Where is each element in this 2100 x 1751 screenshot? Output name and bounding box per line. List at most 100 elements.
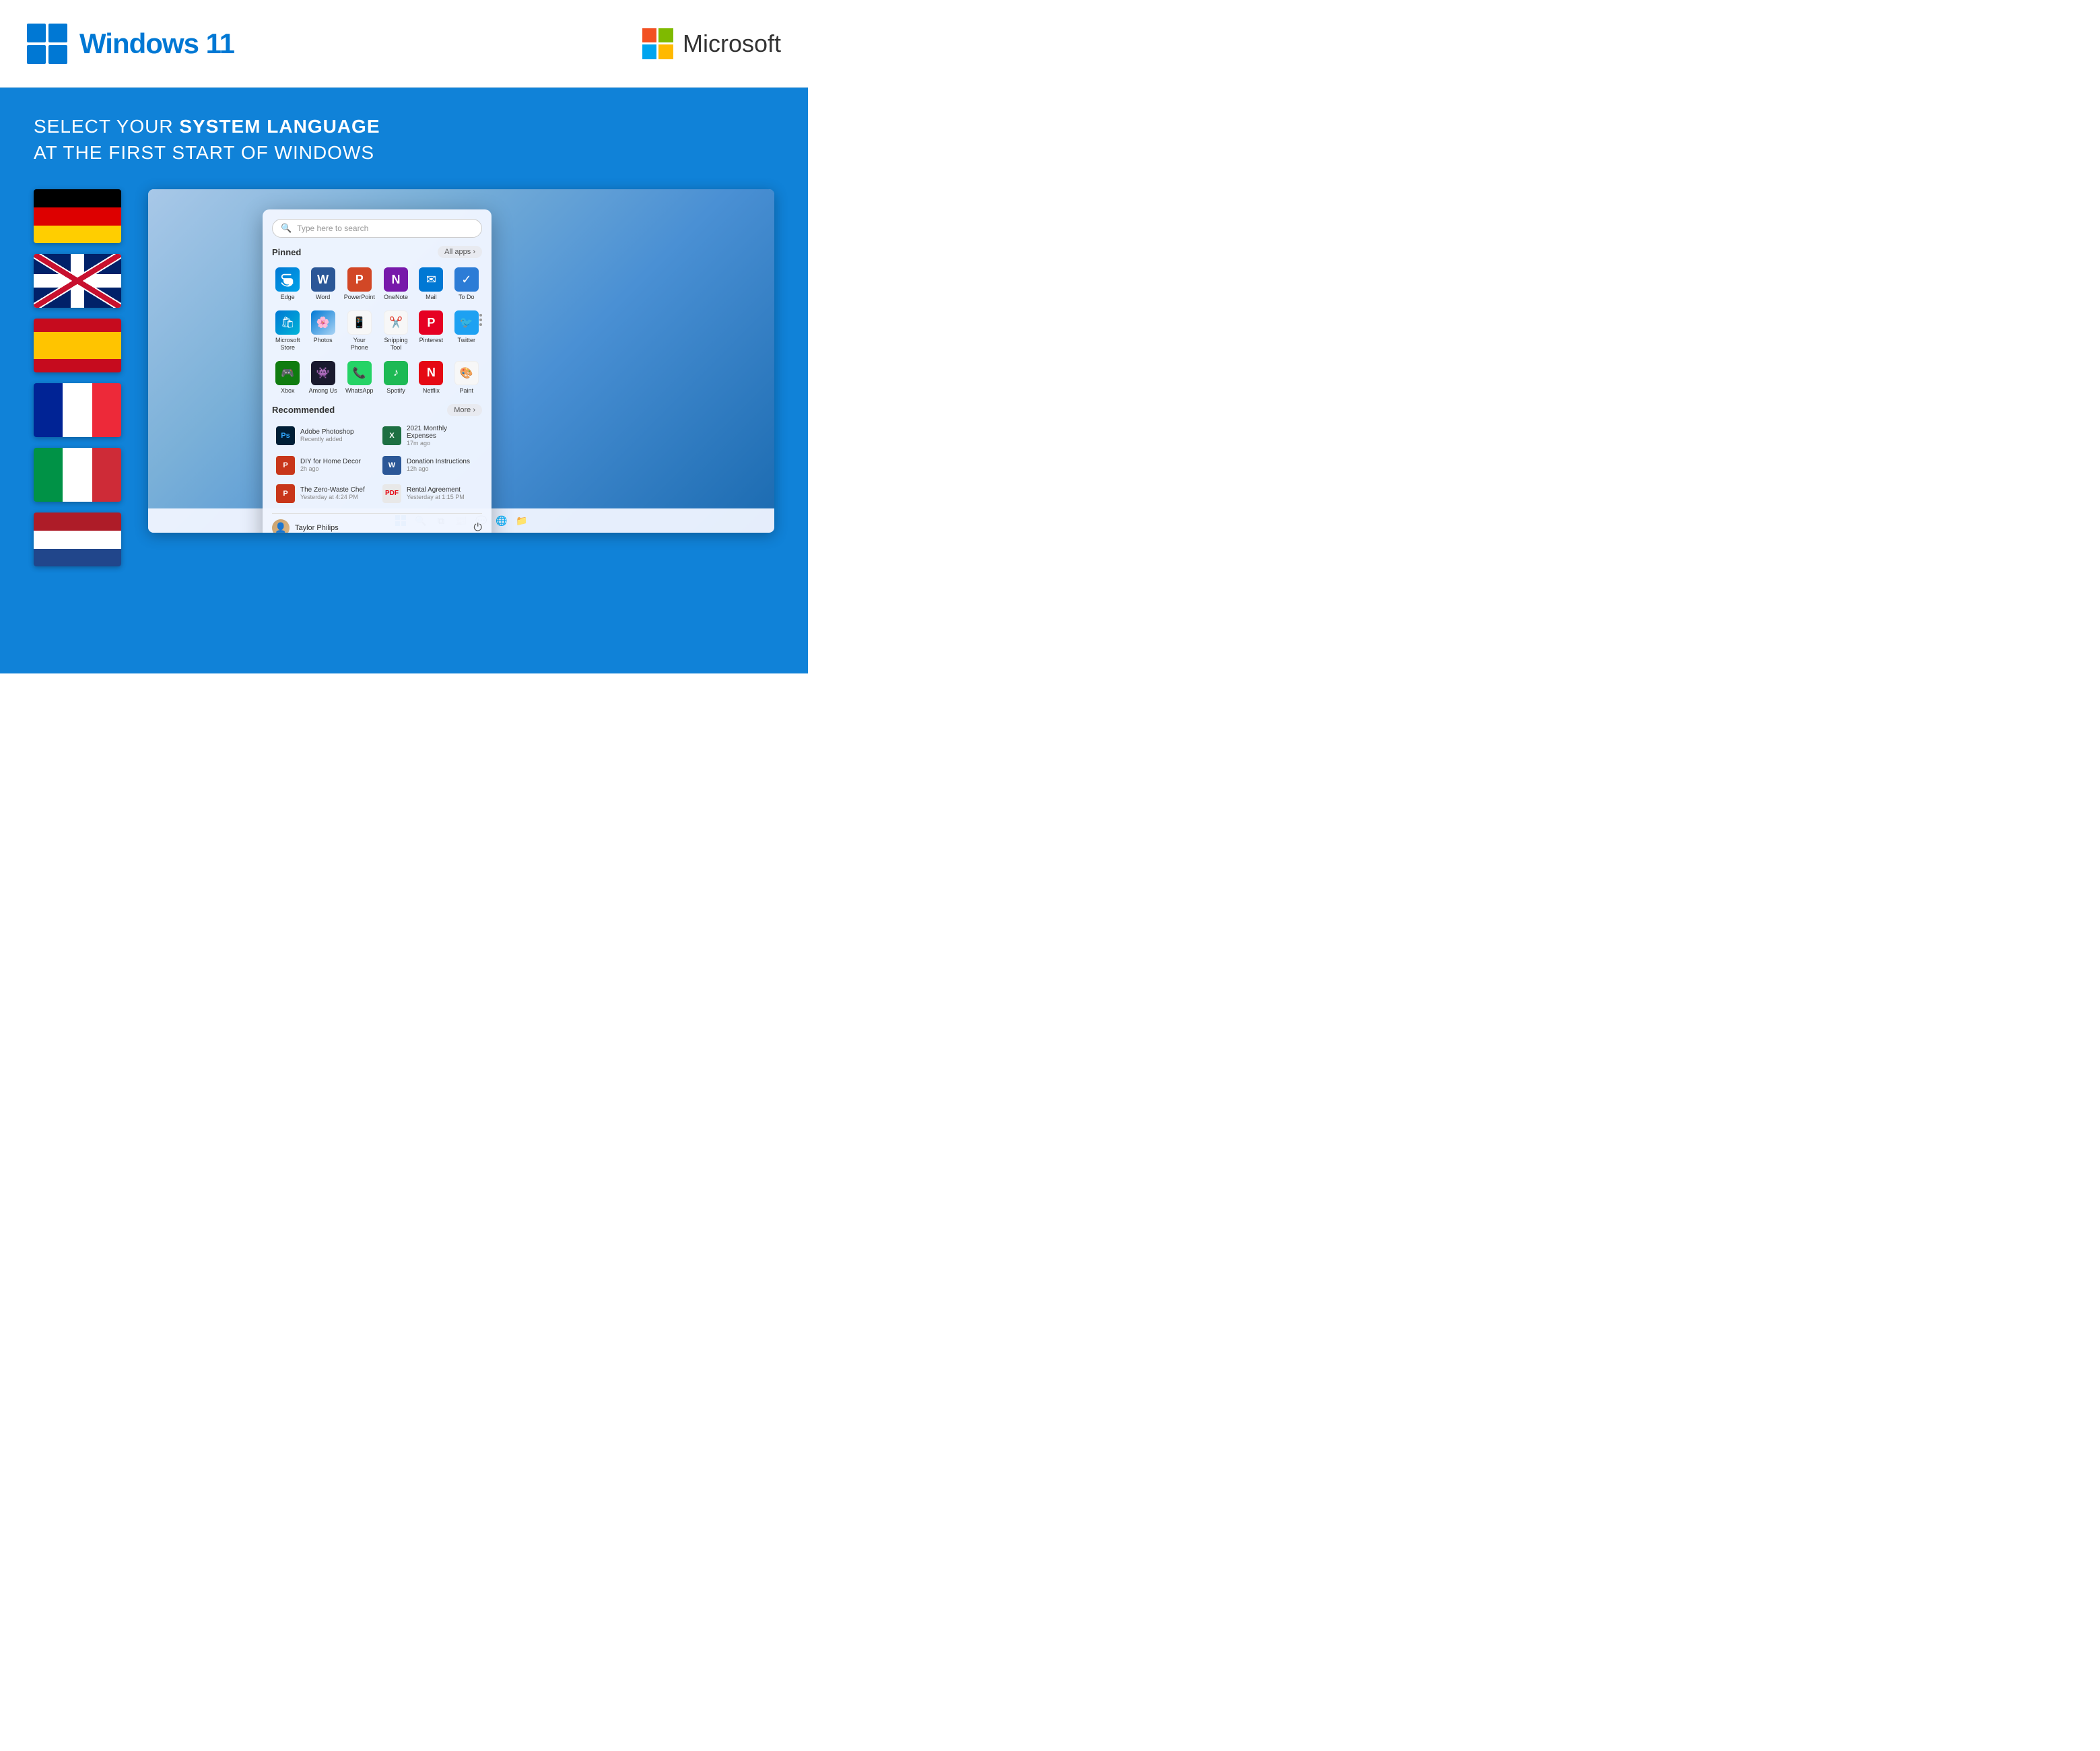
app-twitter[interactable]: 🐦 Twitter xyxy=(451,308,482,354)
photoshop-name: Adobe Photoshop xyxy=(300,428,354,436)
word-icon: W xyxy=(311,267,335,292)
app-xbox[interactable]: 🎮 Xbox xyxy=(272,358,303,397)
expenses-time: 17m ago xyxy=(407,440,478,447)
app-edge[interactable]: Edge xyxy=(272,265,303,304)
donation-time: 12h ago xyxy=(407,465,470,472)
diy-icon: P xyxy=(276,456,295,475)
windows-logo-area: Windows 11 xyxy=(27,24,234,64)
diy-time: 2h ago xyxy=(300,465,361,472)
pinned-apps-grid: Edge W Word P xyxy=(272,265,482,397)
rental-name: Rental Agreement xyxy=(407,486,465,494)
windows-logo-icon xyxy=(27,24,67,64)
app-todo[interactable]: ✓ To Do xyxy=(451,265,482,304)
rec-photoshop[interactable]: Ps Adobe Photoshop Recently added xyxy=(272,422,376,450)
rec-diy[interactable]: P DIY for Home Decor 2h ago xyxy=(272,453,376,478)
start-menu: 🔍 Type here to search Pinned All apps › xyxy=(263,209,492,533)
flag-spanish[interactable] xyxy=(34,319,121,372)
search-bar[interactable]: 🔍 Type here to search xyxy=(272,219,482,238)
photoshop-icon: Ps xyxy=(276,426,295,445)
zerowaste-icon: P xyxy=(276,484,295,503)
onenote-icon: N xyxy=(384,267,408,292)
search-icon: 🔍 xyxy=(281,223,292,234)
yourphone-label: Your Phone xyxy=(344,337,375,352)
windows-title: Windows 11 xyxy=(79,28,234,60)
pinterest-label: Pinterest xyxy=(419,337,444,344)
taskbar-file-explorer-icon[interactable]: 📁 xyxy=(514,513,529,528)
photoshop-time: Recently added xyxy=(300,436,354,442)
headline: SELECT YOUR SYSTEM LANGUAGE AT THE FIRST… xyxy=(0,88,808,179)
all-apps-button[interactable]: All apps › xyxy=(438,246,482,258)
app-photos[interactable]: 🌸 Photos xyxy=(307,308,338,354)
content-area: 🔍 Type here to search Pinned All apps › xyxy=(0,179,808,673)
app-netflix[interactable]: N Netflix xyxy=(415,358,446,397)
windows-screenshot: 🔍 Type here to search Pinned All apps › xyxy=(148,189,774,533)
app-whatsapp[interactable]: 📞 WhatsApp xyxy=(343,358,376,397)
rec-zerowaste[interactable]: P The Zero-Waste Chef Yesterday at 4:24 … xyxy=(272,481,376,506)
app-paint[interactable]: 🎨 Paint xyxy=(451,358,482,397)
microsoft-title: Microsoft xyxy=(683,30,781,58)
expenses-name: 2021 Monthly Expenses xyxy=(407,425,478,440)
paint-label: Paint xyxy=(460,387,474,395)
edge-icon xyxy=(275,267,300,292)
photos-label: Photos xyxy=(314,337,333,344)
rec-donation[interactable]: W Donation Instructions 12h ago xyxy=(378,453,482,478)
app-snipping[interactable]: ✂️ Snipping Tool xyxy=(380,308,411,354)
flag-italian[interactable] xyxy=(34,448,121,502)
app-onenote[interactable]: N OneNote xyxy=(380,265,411,304)
powerpoint-icon: P xyxy=(347,267,372,292)
among-label: Among Us xyxy=(309,387,337,395)
user-avatar: 👤 xyxy=(272,519,290,533)
zerowaste-name: The Zero-Waste Chef xyxy=(300,486,365,494)
xbox-label: Xbox xyxy=(281,387,295,395)
xbox-icon: 🎮 xyxy=(275,361,300,385)
app-powerpoint[interactable]: P PowerPoint xyxy=(343,265,376,304)
app-store[interactable]: 🛍 Microsoft Store xyxy=(272,308,303,354)
flag-dutch[interactable] xyxy=(34,513,121,566)
blue-section: SELECT YOUR SYSTEM LANGUAGE AT THE FIRST… xyxy=(0,88,808,673)
desktop: 🔍 Type here to search Pinned All apps › xyxy=(148,189,774,533)
app-among[interactable]: 👾 Among Us xyxy=(307,358,338,397)
headline-line2: AT THE FIRST START OF WINDOWS xyxy=(34,139,774,166)
app-pinterest[interactable]: P Pinterest xyxy=(415,308,446,354)
recommended-label: Recommended xyxy=(272,405,335,415)
todo-label: To Do xyxy=(459,294,475,301)
mail-label: Mail xyxy=(426,294,437,301)
netflix-label: Netflix xyxy=(423,387,440,395)
microsoft-logo-icon xyxy=(642,28,673,59)
header: Windows 11 Microsoft xyxy=(0,0,808,88)
rec-expenses[interactable]: X 2021 Monthly Expenses 17m ago xyxy=(378,422,482,450)
app-yourphone[interactable]: 📱 Your Phone xyxy=(343,308,376,354)
spotify-label: Spotify xyxy=(386,387,405,395)
app-word[interactable]: W Word xyxy=(307,265,338,304)
word-label: Word xyxy=(316,294,330,301)
twitter-label: Twitter xyxy=(458,337,476,344)
user-name-label: Taylor Philips xyxy=(295,524,339,532)
app-mail[interactable]: ✉ Mail xyxy=(415,265,446,304)
edge-label: Edge xyxy=(281,294,295,301)
flag-french[interactable] xyxy=(34,383,121,437)
netflix-icon: N xyxy=(419,361,443,385)
rec-rental[interactable]: PDF Rental Agreement Yesterday at 1:15 P… xyxy=(378,481,482,506)
spotify-icon: ♪ xyxy=(384,361,408,385)
pinned-label: Pinned xyxy=(272,247,301,257)
taskbar-edge-icon[interactable]: 🌐 xyxy=(494,513,509,528)
twitter-icon: 🐦 xyxy=(454,310,479,335)
todo-icon: ✓ xyxy=(454,267,479,292)
recommended-list: Ps Adobe Photoshop Recently added X xyxy=(272,422,482,506)
whatsapp-icon: 📞 xyxy=(347,361,372,385)
more-button[interactable]: More › xyxy=(447,404,482,416)
rental-icon: PDF xyxy=(382,484,401,503)
microsoft-logo-area: Microsoft xyxy=(642,28,781,59)
headline-line1: SELECT YOUR SYSTEM LANGUAGE xyxy=(34,113,774,139)
flag-english[interactable] xyxy=(34,254,121,308)
flag-german[interactable] xyxy=(34,189,121,243)
onenote-label: OneNote xyxy=(384,294,408,301)
app-spotify[interactable]: ♪ Spotify xyxy=(380,358,411,397)
search-placeholder: Type here to search xyxy=(297,224,368,233)
donation-name: Donation Instructions xyxy=(407,458,470,465)
page-dots xyxy=(479,314,482,326)
photos-icon: 🌸 xyxy=(311,310,335,335)
power-button[interactable]: ⏻ xyxy=(473,522,482,533)
recommended-section-header: Recommended More › xyxy=(272,404,482,416)
store-icon: 🛍 xyxy=(275,310,300,335)
